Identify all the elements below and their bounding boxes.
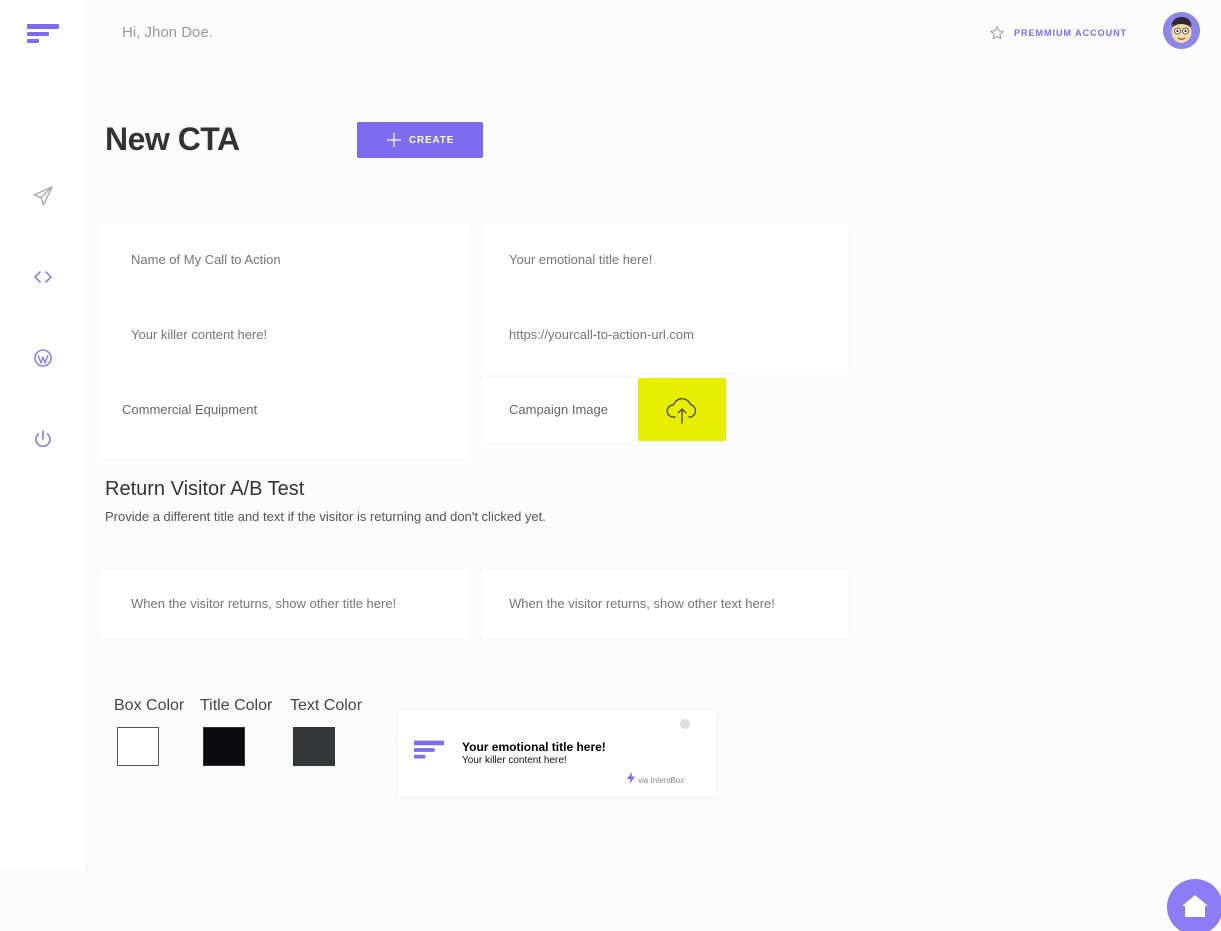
page-title: New CTA: [105, 121, 240, 157]
preview-logo-icon: [414, 740, 445, 759]
sidebar-item-logout[interactable]: [31, 427, 55, 451]
avatar[interactable]: [1163, 12, 1200, 49]
cta-preview: Your emotional title here! Your killer c…: [398, 710, 716, 796]
user-avatar-icon: [1163, 12, 1200, 49]
category-select[interactable]: Commercial Equipment: [122, 402, 257, 417]
plus-icon: [386, 133, 401, 147]
box-color-swatch[interactable]: [117, 727, 159, 766]
title-color-swatch[interactable]: [203, 727, 245, 766]
cta-url-field[interactable]: [509, 324, 829, 344]
cta-content-field[interactable]: [131, 324, 451, 344]
ab-test-title: Return Visitor A/B Test: [105, 478, 305, 500]
premium-account-link[interactable]: PREMMIUM ACCOUNT: [989, 25, 1127, 41]
box-color-label: Box Color: [114, 697, 185, 714]
code-icon: [33, 271, 53, 283]
create-button[interactable]: CREATE: [357, 122, 483, 158]
cloud-upload-icon: [666, 397, 697, 424]
preview-title: Your emotional title here!: [462, 740, 606, 754]
return-title-field[interactable]: [131, 593, 451, 613]
sidebar: [0, 0, 87, 870]
form-card-right: [482, 224, 848, 372]
greeting-text: Hi, Jhon Doe.: [122, 24, 213, 41]
app-logo-icon[interactable]: [27, 24, 61, 44]
title-color-label: Title Color: [200, 697, 273, 714]
home-icon: [1182, 895, 1208, 917]
home-fab-button[interactable]: [1167, 879, 1221, 931]
preview-text: Your killer content here!: [462, 755, 567, 766]
return-text-field[interactable]: [509, 593, 829, 613]
lightning-icon: [627, 772, 635, 784]
preview-close-icon[interactable]: [680, 719, 690, 729]
upload-image-button[interactable]: [638, 378, 726, 441]
star-icon: [990, 26, 1004, 40]
preview-via-text: via IntentBox: [638, 776, 685, 785]
create-button-label: CREATE: [408, 134, 455, 146]
ab-test-description: Provide a different title and text if th…: [105, 509, 546, 524]
sidebar-item-wordpress[interactable]: [31, 346, 55, 370]
wordpress-icon: [34, 349, 52, 367]
send-icon: [33, 186, 53, 206]
sidebar-item-send[interactable]: [31, 184, 55, 208]
text-color-swatch[interactable]: [293, 727, 335, 766]
power-icon: [35, 430, 51, 448]
premium-account-label: PREMMIUM ACCOUNT: [1014, 28, 1128, 38]
campaign-image-label: Campaign Image: [509, 402, 608, 417]
cta-title-field[interactable]: [509, 249, 829, 269]
sidebar-item-code[interactable]: [31, 265, 55, 289]
text-color-label: Text Color: [290, 697, 363, 714]
cta-name-field[interactable]: [131, 249, 451, 269]
